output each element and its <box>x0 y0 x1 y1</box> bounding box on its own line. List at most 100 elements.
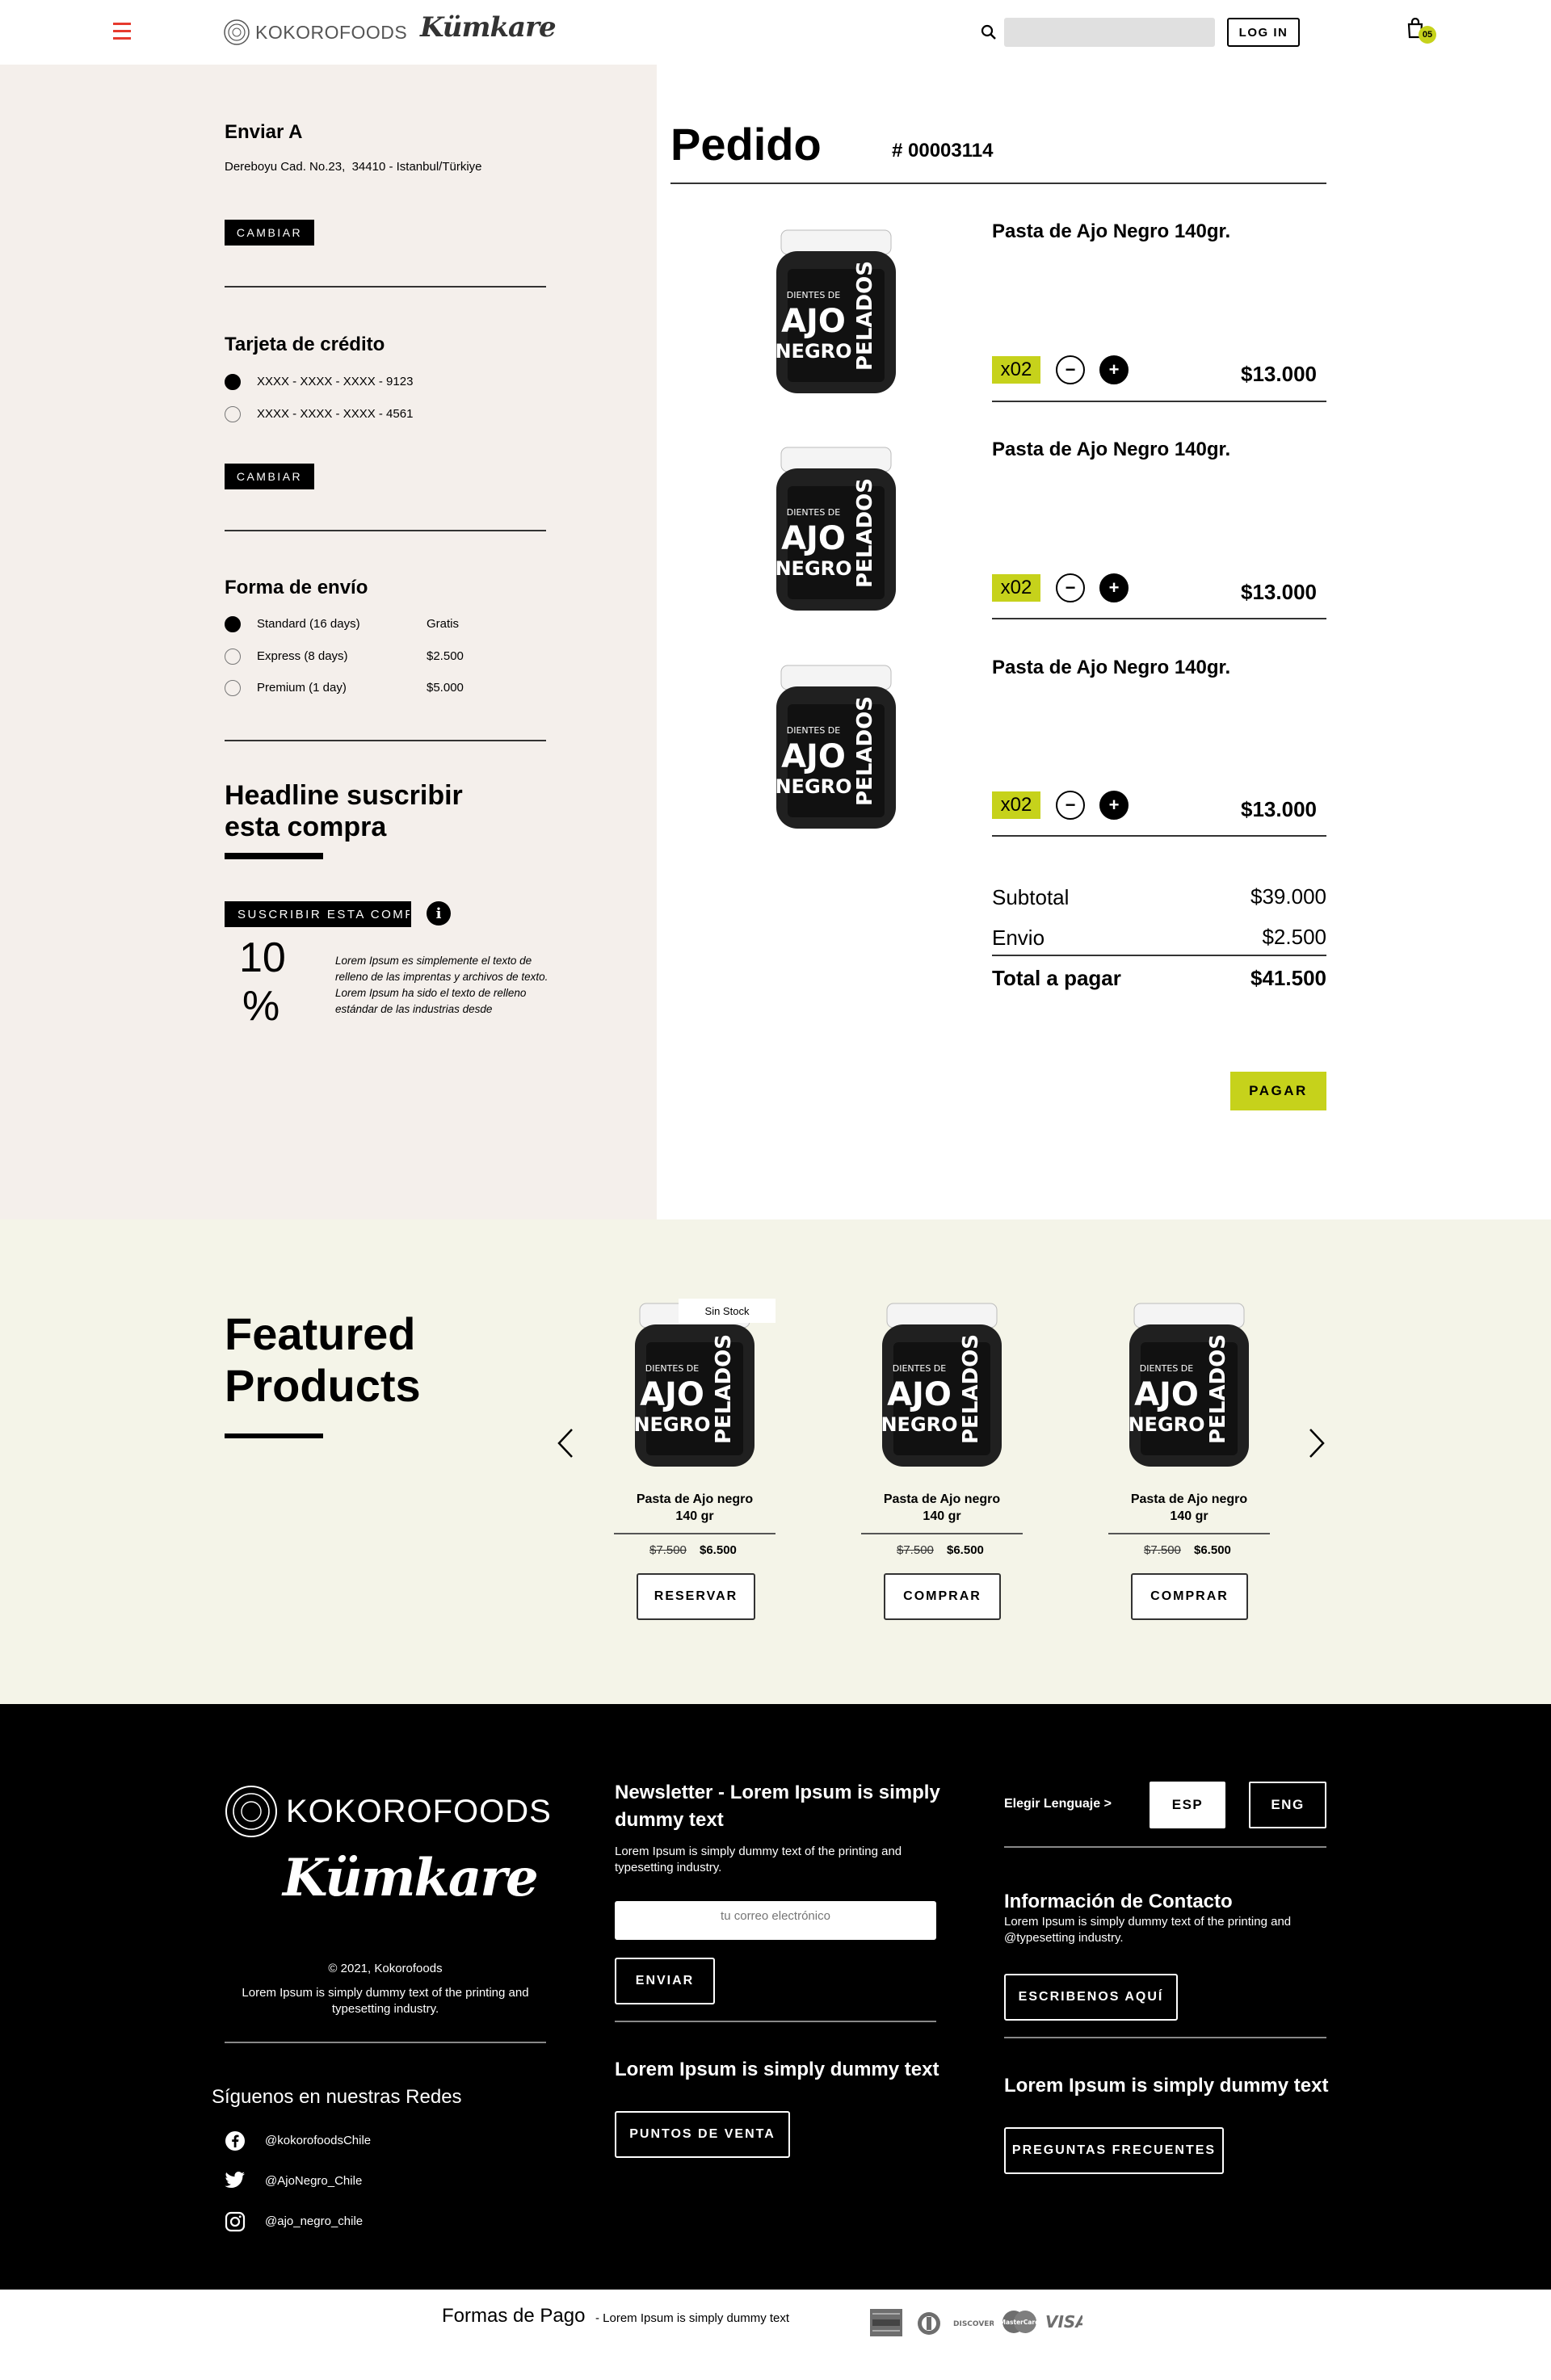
ship-to-title: Enviar A <box>225 121 303 143</box>
featured-product-name-line1: Pasta de Ajo negro <box>883 1492 1001 1506</box>
change-card-button[interactable]: CAMBIAR <box>225 464 314 489</box>
order-item-name: Pasta de Ajo Negro 140gr. <box>992 657 1231 678</box>
decrease-qty-button[interactable]: − <box>1056 355 1085 384</box>
jar-label-side: PELADOS <box>853 478 877 588</box>
jar-label-big2: NEGRO <box>633 1413 710 1436</box>
delivery-option-price: $5.000 <box>427 681 464 695</box>
increase-qty-button[interactable]: + <box>1099 355 1129 384</box>
kumkare-logo[interactable]: Kümkare <box>420 11 557 44</box>
featured-new-price: $6.500 <box>700 1543 737 1557</box>
jar-label-top: DIENTES DE <box>787 725 841 736</box>
featured-product-name-line2: 140 gr <box>923 1509 961 1523</box>
product-image: DIENTES DE AJO NEGRO PELADOS <box>775 229 896 393</box>
order-item-price: $13.000 <box>1241 797 1317 821</box>
featured-product-name: Pasta de Ajo negro 140 gr <box>861 1491 1023 1525</box>
increase-qty-button[interactable]: + <box>1099 791 1129 820</box>
jar-label-top: DIENTES DE <box>787 507 841 518</box>
jar-label-big1: AJO <box>781 738 846 775</box>
twitter-icon[interactable] <box>225 2171 246 2190</box>
social-title: Síguenos en nuestras Redes <box>212 2086 462 2108</box>
divider <box>225 286 546 288</box>
info-icon[interactable]: i <box>427 901 451 926</box>
visa-text: VISA <box>1045 2312 1082 2332</box>
decrease-qty-button[interactable]: − <box>1056 573 1085 602</box>
card-radio-2[interactable] <box>225 406 241 422</box>
subscribe-button[interactable]: SUSCRIBIR ESTA COMPRA <box>225 901 411 927</box>
footer-copyright: © 2021, Kokorofoods <box>328 1962 443 1975</box>
shipping-cost-label: Envio <box>992 926 1045 950</box>
jar-label-top: DIENTES DE <box>645 1363 700 1374</box>
reserve-button[interactable]: RESERVAR <box>637 1573 755 1620</box>
subscribe-headline-line2: esta compra <box>225 812 387 842</box>
mastercard-text: MasterCard <box>1002 2319 1037 2326</box>
shipping-cost-value: $2.500 <box>1262 925 1326 949</box>
send-button[interactable]: ENVIAR <box>615 1958 715 2004</box>
discover-icon: DISCOVER <box>953 2320 994 2328</box>
delivery-radio-premium[interactable] <box>225 680 241 696</box>
delivery-radio-express[interactable] <box>225 649 241 665</box>
mastercard-icon: MasterCard <box>1002 2311 1037 2333</box>
increase-qty-button[interactable]: + <box>1099 573 1129 602</box>
jar-label-big1: AJO <box>1134 1376 1199 1413</box>
featured-product-image[interactable]: DIENTES DE AJO NEGRO PELADOS <box>877 1302 1007 1471</box>
divider <box>225 2042 546 2043</box>
points-title: Lorem Ipsum is simply dummy text <box>615 2059 939 2080</box>
card-radio-1[interactable] <box>225 374 241 390</box>
change-address-button[interactable]: CAMBIAR <box>225 220 314 246</box>
carousel-next-icon[interactable] <box>1307 1428 1326 1459</box>
jar-label-big2: NEGRO <box>775 557 851 580</box>
featured-products-section <box>0 1219 1551 1704</box>
total-value: $41.500 <box>1250 966 1326 990</box>
jar-label-top: DIENTES DE <box>787 290 841 300</box>
pay-button[interactable]: PAGAR <box>1230 1072 1326 1110</box>
featured-product-image[interactable]: DIENTES DE AJO NEGRO PELADOS <box>630 1302 759 1471</box>
contact-title: Información de Contacto <box>1004 1891 1233 1912</box>
order-item-name: Pasta de Ajo Negro 140gr. <box>992 220 1231 242</box>
contact-button[interactable]: ESCRIBENOS AQUÍ <box>1004 1974 1178 2021</box>
subscribe-headline: Headline suscribir esta compra <box>225 780 463 843</box>
social-handle-instagram[interactable]: @ajo_negro_chile <box>265 2214 363 2228</box>
login-button[interactable]: LOG IN <box>1227 18 1300 47</box>
decrease-qty-button[interactable]: − <box>1056 791 1085 820</box>
buy-button[interactable]: COMPRAR <box>884 1573 1001 1620</box>
menu-icon[interactable] <box>113 23 132 40</box>
jar-label-big2: NEGRO <box>1128 1413 1204 1436</box>
jar-label-side: PELADOS <box>1206 1334 1230 1444</box>
order-item-qty: x02 <box>992 574 1040 602</box>
divider <box>861 1533 1023 1534</box>
featured-old-price: $7.500 <box>1144 1543 1181 1557</box>
footer-kokorofoods-logo[interactable]: KOKOROFOODS <box>225 1785 552 1838</box>
payment-methods-title: Formas de Pago <box>442 2305 586 2327</box>
contact-text: Lorem Ipsum is simply dummy text of the … <box>1004 1915 1292 1945</box>
featured-old-price: $7.500 <box>649 1543 687 1557</box>
points-of-sale-button[interactable]: PUNTOS DE VENTA <box>615 2111 790 2158</box>
newsletter-title: Newsletter - Lorem Ipsum is simply dummy… <box>615 1782 940 1831</box>
footer-kumkare-logo[interactable]: Kümkare <box>283 1848 539 1908</box>
featured-product-name: Pasta de Ajo negro 140 gr <box>1108 1491 1270 1525</box>
discount-value: 10 <box>239 934 286 981</box>
email-input[interactable] <box>615 1901 936 1940</box>
lang-eng-button[interactable]: ENG <box>1249 1782 1326 1828</box>
faq-button[interactable]: PREGUNTAS FRECUENTES <box>1004 2127 1224 2174</box>
social-handle-twitter[interactable]: @AjoNegro_Chile <box>265 2174 362 2188</box>
search-icon[interactable] <box>981 24 997 40</box>
buy-button[interactable]: COMPRAR <box>1131 1573 1248 1620</box>
kokorofoods-logo[interactable]: KOKOROFOODS <box>223 16 407 48</box>
carousel-prev-icon[interactable] <box>556 1428 575 1459</box>
featured-new-price: $6.500 <box>947 1543 984 1557</box>
social-handle-facebook[interactable]: @kokorofoodsChile <box>265 2134 371 2147</box>
order-header-divider <box>670 183 1326 184</box>
jar-label-big1: AJO <box>781 303 846 340</box>
order-number: # 00003114 <box>892 140 994 162</box>
instagram-icon[interactable] <box>225 2211 246 2232</box>
delivery-option-price: Gratis <box>427 617 460 631</box>
facebook-icon[interactable] <box>225 2130 246 2151</box>
kokoro-logo-icon <box>224 19 250 45</box>
divider <box>992 955 1326 956</box>
featured-product-image[interactable]: DIENTES DE AJO NEGRO PELADOS <box>1124 1302 1254 1471</box>
jar-label-top: DIENTES DE <box>1140 1363 1194 1374</box>
lang-esp-button[interactable]: ESP <box>1150 1782 1225 1828</box>
search-input[interactable] <box>1004 18 1215 47</box>
delivery-radio-standard[interactable] <box>225 616 241 632</box>
jar-label-side: PELADOS <box>853 696 877 806</box>
